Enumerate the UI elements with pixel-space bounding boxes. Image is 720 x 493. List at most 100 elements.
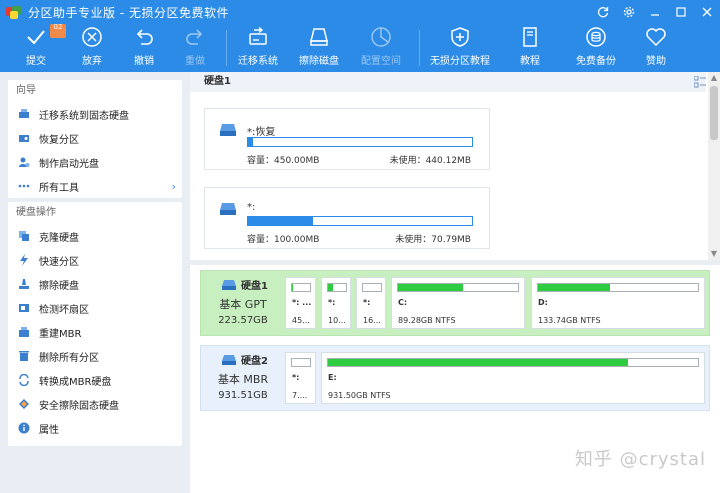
cancel-circle-icon bbox=[80, 25, 104, 49]
sidebar-item-label: 快速分区 bbox=[39, 256, 79, 268]
maximize-button[interactable] bbox=[668, 0, 694, 24]
redo-icon bbox=[183, 25, 207, 49]
wizard-panel: 向导 迁移系统到固态硬盘 恢复分区 制作启动光盘 所有工具 › bbox=[8, 80, 182, 198]
partition-label: E: bbox=[328, 373, 337, 382]
tutorial-label: 教程 bbox=[520, 56, 540, 67]
partition-free: 未使用：70.79MB bbox=[395, 235, 471, 245]
disk-icon bbox=[219, 123, 237, 137]
sidebar-item-label: 制作启动光盘 bbox=[39, 158, 99, 170]
sidebar-item-label: 属性 bbox=[39, 424, 59, 436]
sidebar-item-all-tools[interactable]: 所有工具 › bbox=[8, 174, 182, 198]
undo-button[interactable]: 撤销 bbox=[112, 24, 176, 72]
partition-block-d[interactable]: D: 133.74GB NTFS bbox=[531, 277, 705, 329]
mini-usage-bar bbox=[397, 283, 519, 292]
migrate-disk-icon bbox=[246, 25, 270, 49]
partition-block[interactable]: *: 7.... bbox=[285, 352, 316, 404]
user-disc-icon bbox=[18, 156, 30, 168]
backup-label: 免费备份 bbox=[576, 56, 616, 67]
undo-icon bbox=[132, 25, 156, 49]
submit-button[interactable]: 02 提交 bbox=[0, 24, 72, 72]
sidebar-item-quick-partition[interactable]: 快速分区 bbox=[8, 248, 182, 272]
check-icon bbox=[24, 25, 48, 49]
lossless-tutorial-button[interactable]: 无损分区教程 bbox=[420, 24, 500, 72]
disk-type: 基本 MBR bbox=[217, 373, 269, 386]
sidebar-item-recover-partition[interactable]: 恢复分区 bbox=[8, 126, 182, 150]
partition-label: *: bbox=[363, 298, 371, 307]
disk-name: 硬盘2 bbox=[241, 356, 268, 367]
allocate-space-button[interactable]: 配置空间 bbox=[349, 24, 413, 72]
rebuild-icon bbox=[18, 326, 30, 338]
sidebar-item-delete-all-partitions[interactable]: 删除所有分区 bbox=[8, 344, 182, 368]
partition-block[interactable]: *: 10... bbox=[321, 277, 351, 329]
sidebar-item-check-bad-sectors[interactable]: 检测坏扇区 bbox=[8, 296, 182, 320]
partition-block-e[interactable]: E: 931.50GB NTFS bbox=[321, 352, 705, 404]
disk-size: 931.51GB bbox=[218, 390, 268, 401]
disk-info: 硬盘1 基本 GPT 223.57GB bbox=[207, 277, 279, 329]
sidebar-item-properties[interactable]: 属性 bbox=[8, 416, 182, 440]
scroll-thumb[interactable] bbox=[710, 86, 718, 140]
wipe-label: 擦除磁盘 bbox=[299, 56, 339, 67]
scroll-up-arrow[interactable]: ▲ bbox=[708, 72, 720, 84]
sidebar-item-secure-erase-ssd[interactable]: 安全擦除固态硬盘 bbox=[8, 392, 182, 416]
heart-icon bbox=[644, 25, 668, 49]
view-toggle-icon[interactable] bbox=[693, 75, 706, 88]
window-title: 分区助手专业版 - 无损分区免费软件 bbox=[28, 5, 229, 20]
partition-info: 931.50GB NTFS bbox=[328, 391, 391, 400]
sidebar-item-label: 所有工具 bbox=[39, 182, 79, 194]
disk-icon bbox=[219, 202, 237, 216]
donate-button[interactable]: 赞助 bbox=[632, 24, 680, 72]
scroll-down-arrow[interactable]: ▼ bbox=[708, 248, 720, 260]
partition-label: C: bbox=[398, 298, 408, 307]
more-dots-icon bbox=[18, 180, 30, 192]
partition-block[interactable]: *: ... 45... bbox=[285, 277, 316, 329]
discard-label: 放弃 bbox=[82, 56, 102, 67]
sidebar-item-label: 检测坏扇区 bbox=[39, 304, 89, 316]
partition-info: 89.28GB NTFS bbox=[398, 316, 456, 325]
eraser-disk-icon bbox=[307, 25, 331, 49]
close-button[interactable] bbox=[694, 0, 720, 24]
vertical-scrollbar[interactable]: ▲ ▼ bbox=[708, 72, 720, 260]
pending-count-badge: 02 bbox=[50, 24, 66, 38]
sidebar-item-wipe-disk[interactable]: 擦除硬盘 bbox=[8, 272, 182, 296]
sidebar-item-label: 擦除硬盘 bbox=[39, 280, 79, 292]
partition-info: 45... bbox=[292, 316, 310, 325]
partition-capacity: 容量：100.00MB bbox=[247, 235, 320, 245]
watermark-text: 知乎 @crystal bbox=[574, 449, 706, 470]
refresh-icon[interactable] bbox=[590, 0, 616, 24]
disk-row-1[interactable]: 硬盘1 基本 GPT 223.57GB *: ... 45... *: 10..… bbox=[200, 270, 710, 336]
settings-icon[interactable] bbox=[616, 0, 642, 24]
disk-row-2[interactable]: 硬盘2 基本 MBR 931.51GB *: 7.... E: 931.50GB… bbox=[200, 345, 710, 411]
lossless-tutorial-label: 无损分区教程 bbox=[430, 56, 490, 67]
sidebar-item-clone-disk[interactable]: 克隆硬盘 bbox=[8, 224, 182, 248]
sidebar-item-label: 安全擦除固态硬盘 bbox=[39, 400, 119, 412]
minimize-button[interactable] bbox=[642, 0, 668, 24]
title-bar: 分区助手专业版 - 无损分区免费软件 bbox=[0, 0, 720, 24]
partition-info: 7.... bbox=[292, 391, 308, 400]
discard-button[interactable]: 放弃 bbox=[72, 24, 112, 72]
disk-icon bbox=[221, 354, 237, 366]
partition-block[interactable]: *: 16... bbox=[356, 277, 386, 329]
sidebar-item-migrate-ssd[interactable]: 迁移系统到固态硬盘 bbox=[8, 102, 182, 126]
sidebar-item-rebuild-mbr[interactable]: 重建MBR bbox=[8, 320, 182, 344]
disk-type: 基本 GPT bbox=[219, 298, 267, 311]
free-backup-button[interactable]: 免费备份 bbox=[560, 24, 632, 72]
eraser-diamond-icon bbox=[18, 398, 30, 410]
alloc-label: 配置空间 bbox=[361, 56, 401, 67]
migrate-os-button[interactable]: 迁移系统 bbox=[227, 24, 289, 72]
backup-icon bbox=[584, 25, 608, 49]
partition-card-unnamed[interactable]: *: 容量：100.00MB 未使用：70.79MB bbox=[204, 187, 490, 249]
partition-block-c[interactable]: C: 89.28GB NTFS bbox=[391, 277, 525, 329]
mini-usage-bar bbox=[362, 283, 382, 292]
tutorial-button[interactable]: 教程 bbox=[500, 24, 560, 72]
redo-label: 重做 bbox=[185, 56, 205, 67]
partition-card-recovery[interactable]: *:恢复 容量：450.00MB 未使用：440.12MB bbox=[204, 108, 490, 170]
redo-button[interactable]: 重做 bbox=[176, 24, 214, 72]
sidebar-item-boot-disc[interactable]: 制作启动光盘 bbox=[8, 150, 182, 174]
disk-size: 223.57GB bbox=[218, 315, 268, 326]
sidebar-item-convert-mbr[interactable]: 转换成MBR硬盘 bbox=[8, 368, 182, 392]
lightning-icon bbox=[18, 254, 30, 266]
partition-label: *: bbox=[328, 298, 336, 307]
wipe-disk-button[interactable]: 擦除磁盘 bbox=[289, 24, 349, 72]
mini-usage-bar bbox=[291, 283, 311, 292]
mini-usage-bar bbox=[327, 283, 347, 292]
